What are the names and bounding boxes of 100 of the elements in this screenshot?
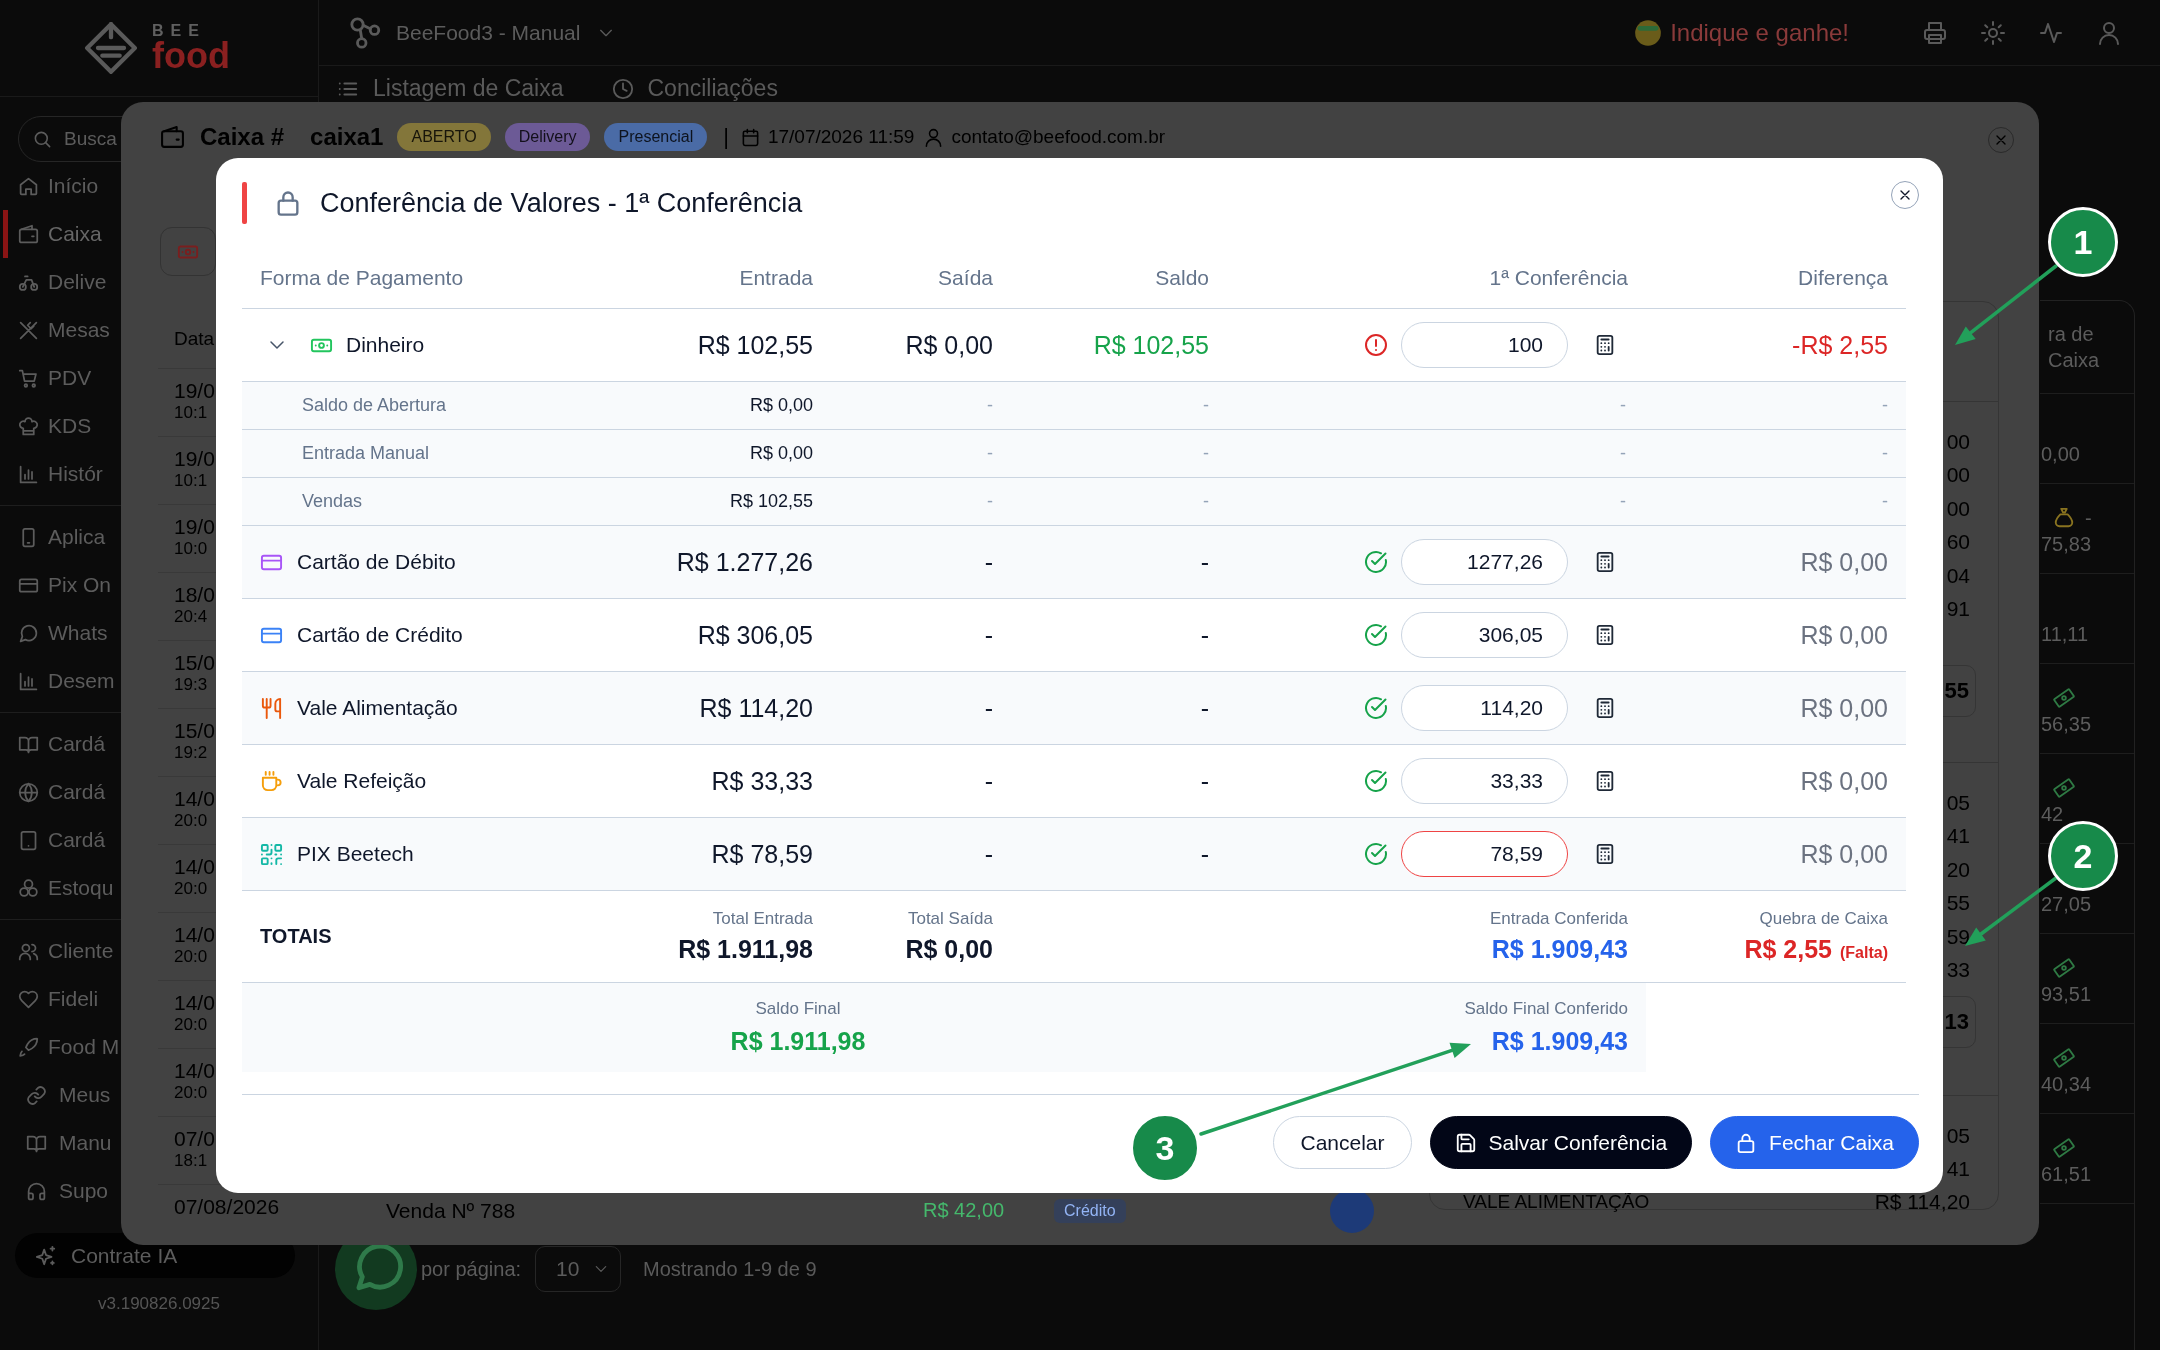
nav-item[interactable]: Desem [3, 657, 115, 705]
callout-marker: 1 [2048, 207, 2118, 277]
amount-in: R$ 33,33 [711, 766, 813, 796]
nav-item[interactable]: Food M [3, 1023, 120, 1071]
utensils-icon [18, 319, 39, 341]
headset-icon [26, 1180, 47, 1202]
total-value: R$ 2,55 [1744, 935, 1832, 964]
nav-item[interactable]: Pix On [3, 561, 112, 609]
nav-item[interactable]: Estoqu [3, 864, 114, 912]
callout-marker: 2 [2048, 821, 2118, 891]
activity-icon[interactable] [2039, 20, 2063, 45]
sale-date: 14/0 [174, 991, 215, 1015]
counted-amount-field[interactable]: 78,59 [1401, 831, 1568, 877]
user-icon[interactable] [2097, 20, 2121, 45]
link-icon [26, 1084, 47, 1106]
counted-amount-field[interactable]: 114,20 [1401, 685, 1568, 731]
table-cell: 61,51 [2041, 1163, 2092, 1185]
balance: - [1200, 766, 1209, 796]
nav-link[interactable]: Meus [3, 1071, 111, 1119]
sale-time: 18:1 [174, 1151, 208, 1171]
nav-item[interactable]: Whats [3, 609, 108, 657]
amount-value: 59 [1946, 924, 1970, 949]
emoji-icon [1634, 18, 1663, 47]
payment-method: Cartão de Crédito [297, 623, 463, 647]
sale-title: Venda Nº 788 [386, 1199, 516, 1223]
save-button[interactable]: Salvar Conferência [1429, 1116, 1693, 1169]
nav-item[interactable]: Caixa [3, 210, 102, 258]
nav-item[interactable]: Histór [3, 450, 103, 498]
total-caption: Total Entrada [712, 909, 813, 929]
nav-item[interactable]: Início [3, 162, 99, 210]
sale-date: 14/0 [174, 855, 215, 879]
table-cell: 40,34 [2041, 1073, 2092, 1095]
balance: R$ 102,55 [1093, 330, 1209, 360]
heart-icon [18, 988, 39, 1010]
difference: - [1882, 395, 1888, 416]
per-page-select[interactable]: 10 [535, 1246, 622, 1292]
globe-icon [18, 781, 39, 803]
circles-icon [18, 877, 39, 899]
amount-in: R$ 114,20 [699, 693, 813, 723]
referral-link[interactable]: Indique e ganhe! [1634, 18, 1849, 47]
close-button[interactable] [1891, 181, 1919, 209]
counted-amount-field[interactable]: 306,05 [1401, 612, 1568, 658]
nav-item[interactable]: PDV [3, 354, 92, 402]
nav-item[interactable]: Fideli [3, 975, 99, 1023]
calculator-icon[interactable] [1594, 334, 1616, 356]
rocket-icon [18, 1036, 39, 1058]
balance: - [1203, 443, 1209, 464]
money-bag-icon [2053, 507, 2075, 529]
amount-in: R$ 0,00 [749, 395, 813, 416]
amount-value: 33 [1946, 958, 1970, 983]
amount-value: 00 [1946, 429, 1970, 454]
sale-time: 20:4 [174, 607, 208, 627]
amount-value: 41 [1946, 1157, 1970, 1182]
sale-time: 19:3 [174, 675, 208, 695]
nav-item[interactable]: Aplica [3, 513, 106, 561]
sale-date: 14/0 [174, 787, 215, 811]
total-value: R$ 1.909,43 [1491, 1027, 1628, 1056]
counted-amount-field[interactable]: 1277,26 [1401, 539, 1568, 585]
nav-item[interactable]: Cardá [3, 768, 106, 816]
banknote-icon [2053, 1047, 2075, 1069]
nav-item[interactable]: Cardá [3, 720, 106, 768]
theme-icon[interactable] [1981, 20, 2005, 45]
sale-time: 20:0 [174, 1083, 208, 1103]
close-register-button[interactable]: Fechar Caixa [1710, 1116, 1919, 1169]
cancel-button[interactable]: Cancelar [1273, 1116, 1412, 1169]
sale-date: 19/0 [174, 515, 215, 539]
balance: - [1200, 620, 1209, 650]
nav-item[interactable]: Cardá [3, 816, 106, 864]
nav-item[interactable]: Cliente [3, 927, 114, 975]
amount-out: - [984, 766, 993, 796]
counted-amount-field[interactable]: 33,33 [1401, 758, 1568, 804]
amount-out: - [984, 839, 993, 869]
page-tab[interactable]: Listagem de Caixa [337, 75, 564, 102]
table-cell: 0,00 [2041, 443, 2080, 465]
calculator-icon[interactable] [1594, 697, 1616, 719]
nav-item[interactable]: Delive [3, 258, 107, 306]
nav-link[interactable]: Supo [3, 1167, 109, 1215]
calculator-icon[interactable] [1594, 624, 1616, 646]
calculator-icon[interactable] [1594, 770, 1616, 792]
counted-amount-field[interactable]: 100 [1401, 322, 1568, 368]
store-selector[interactable]: BeeFood3 - Manual [348, 15, 615, 50]
amount-in: R$ 1.277,26 [676, 547, 813, 577]
difference: -R$ 2,55 [1792, 330, 1888, 360]
difference: R$ 0,00 [1800, 620, 1888, 650]
difference: - [1882, 491, 1888, 512]
nav-link[interactable]: Manu [3, 1119, 112, 1167]
sale-time: 20:0 [174, 879, 208, 899]
page-tab[interactable]: Conciliações [611, 75, 778, 102]
nav-item[interactable]: KDS [3, 402, 92, 450]
total-value: R$ 1.911,98 [678, 935, 813, 964]
amount-out: - [987, 395, 993, 416]
calculator-icon[interactable] [1594, 551, 1616, 573]
nav-item[interactable]: Mesas [3, 306, 110, 354]
calculator-icon[interactable] [1594, 843, 1616, 865]
amount-value: 55 [1946, 891, 1970, 916]
amount-out: - [987, 443, 993, 464]
sale-date: 18/0 [174, 583, 215, 607]
method-label: VALE ALIMENTAÇÃO [1463, 1191, 1650, 1213]
printer-icon[interactable] [1923, 20, 1947, 45]
sale-time: 19:2 [174, 743, 208, 763]
